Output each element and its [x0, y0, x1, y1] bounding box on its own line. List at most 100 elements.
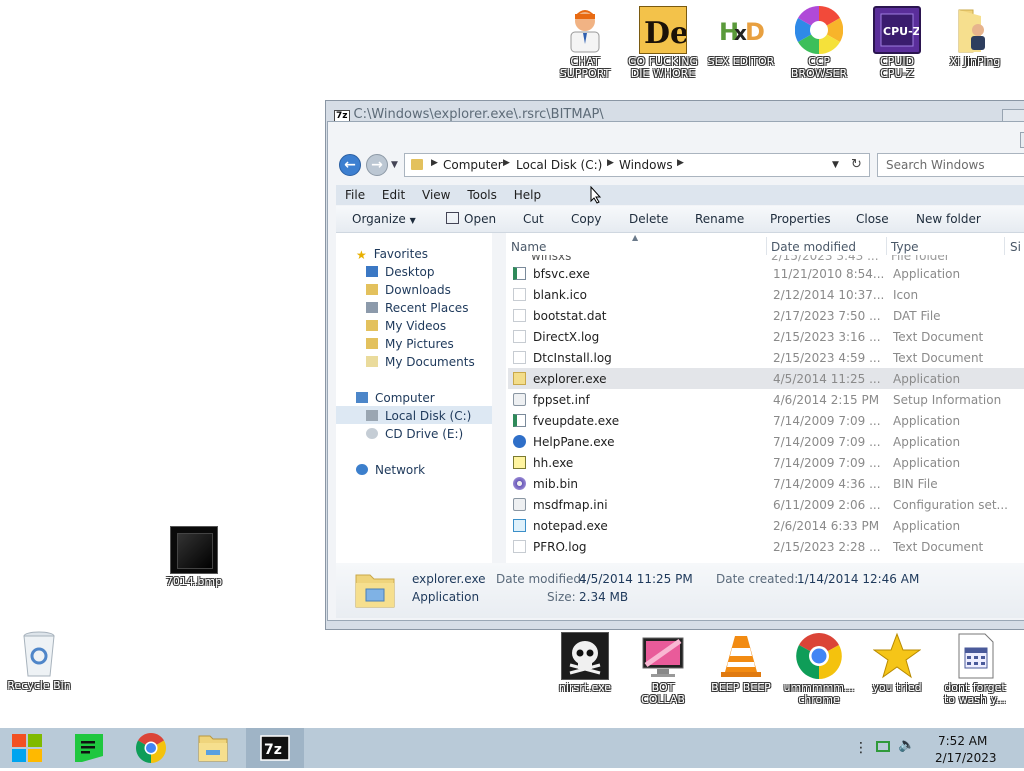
menu-help[interactable]: Help — [514, 185, 541, 205]
desktop-icon-dont-forget[interactable]: dont forget to wash y... — [937, 632, 1013, 706]
breadcrumb-windows[interactable]: Windows — [619, 158, 673, 172]
nav-my-videos[interactable]: My Videos — [366, 319, 446, 333]
show-hidden-icons-icon[interactable]: ⋮ — [854, 740, 868, 756]
details-file-type: Application — [412, 590, 480, 604]
desktop-icon-label: ummmmm... chrome — [783, 681, 855, 706]
column-header-size[interactable]: Si — [1010, 240, 1021, 254]
desktop-icon-bot-collab[interactable]: BOT COLLAB — [625, 632, 701, 706]
nav-label: Recent Places — [385, 301, 469, 315]
taskbar-7zip[interactable]: 7z — [246, 728, 304, 768]
file-type: Text Document — [893, 540, 984, 554]
open-button[interactable]: Open — [446, 212, 496, 226]
file-name: PFRO.log — [533, 540, 587, 554]
file-row[interactable]: fveupdate.exe 7/14/2009 7:09 ... Applicati… — [508, 410, 1024, 431]
nav-label: Computer — [375, 391, 435, 405]
clock-time[interactable]: 7:52 AM — [938, 734, 987, 748]
desktop-icon-beep-beep[interactable]: BEEP BEEP — [703, 632, 779, 694]
desktop-icon-de[interactable]: De GO FUCKING DIE WHORE — [625, 6, 701, 80]
nav-network[interactable]: Network — [356, 463, 425, 477]
column-header-type[interactable]: Type — [891, 240, 919, 254]
desktop-icon-nirsrt[interactable]: nirsrt.exe — [547, 632, 623, 694]
exe-icon — [513, 414, 526, 427]
column-divider[interactable] — [766, 237, 767, 255]
file-row[interactable]: msdfmap.ini 6/11/2009 2:06 ... Configurati… — [508, 494, 1024, 515]
menu-view[interactable]: View — [422, 185, 450, 205]
address-dropdown-icon[interactable]: ▼ — [832, 160, 839, 170]
organize-button[interactable]: Organize ▼ — [352, 212, 416, 226]
network-tray-icon[interactable] — [876, 741, 890, 752]
file-row[interactable]: notepad.exe 2/6/2014 6:33 PM Application — [508, 515, 1024, 536]
breadcrumb-local-disk[interactable]: Local Disk (C:) — [516, 158, 602, 172]
copy-button[interactable]: Copy — [571, 212, 601, 226]
breadcrumb-separator-icon[interactable]: ▶ — [677, 158, 684, 168]
rename-button[interactable]: Rename — [695, 212, 744, 226]
file-row[interactable]: bfsvc.exe 11/21/2010 8:54... Application — [508, 263, 1024, 284]
taskbar-file-explorer[interactable] — [184, 728, 242, 768]
breadcrumb-separator-icon[interactable]: ▶ — [503, 158, 510, 168]
new-folder-button[interactable]: New folder — [916, 212, 981, 226]
column-divider[interactable] — [1004, 237, 1005, 255]
properties-button[interactable]: Properties — [770, 212, 831, 226]
cut-button[interactable]: Cut — [523, 212, 544, 226]
file-row[interactable]: mib.bin 7/14/2009 4:36 ... BIN File — [508, 473, 1024, 494]
close-button[interactable]: Close — [856, 212, 889, 226]
nav-computer[interactable]: Computer — [356, 391, 435, 405]
desktop-icon-cpu-z[interactable]: CPU-Z CPUID CPU-Z — [859, 6, 935, 80]
breadcrumb-separator-icon[interactable]: ▶ — [431, 158, 438, 168]
nav-cd-drive[interactable]: CD Drive (E:) — [366, 427, 463, 441]
nav-favorites[interactable]: ★ Favorites — [356, 247, 428, 262]
desktop-icon-7014-bmp[interactable]: 7014.bmp — [156, 526, 232, 588]
close-window-button[interactable] — [1020, 132, 1024, 148]
desktop-icon-label: Recycle Bin — [7, 679, 71, 692]
file-row[interactable]: DirectX.log 2/15/2023 3:16 ... Text Docume… — [508, 326, 1024, 347]
menu-file[interactable]: File — [345, 185, 365, 205]
recent-pages-dropdown-icon[interactable]: ▼ — [391, 160, 398, 170]
delete-button[interactable]: Delete — [629, 212, 668, 226]
desktop-icon-chat-support[interactable]: CHAT SUPPORT — [547, 6, 623, 80]
file-row[interactable]: HelpPane.exe 7/14/2009 7:09 ... Applicatio… — [508, 431, 1024, 452]
column-divider[interactable] — [886, 237, 887, 255]
file-row[interactable]: hh.exe 7/14/2009 7:09 ... Application — [508, 452, 1024, 473]
back-button[interactable]: ← — [339, 154, 361, 176]
taskbar-chrome[interactable] — [122, 728, 180, 768]
nav-desktop[interactable]: Desktop — [366, 265, 435, 279]
partial-row[interactable]: winsxs 2/15/2023 3:43 ... File folder — [506, 255, 1024, 263]
desktop-icon-xi-jinping[interactable]: Xi JinPing — [937, 6, 1013, 68]
file-row[interactable]: fppset.inf 4/6/2014 2:15 PM Setup Informat… — [508, 389, 1024, 410]
file-name: explorer.exe — [533, 372, 607, 386]
desktop-icon-recycle-bin[interactable]: Recycle Bin — [1, 630, 77, 692]
address-bar[interactable]: ▶ Computer ▶ Local Disk (C:) ▶ Windows ▶… — [404, 153, 870, 177]
column-header-date[interactable]: Date modified — [771, 240, 856, 254]
vlc-cone-icon — [717, 632, 765, 680]
nav-my-pictures[interactable]: My Pictures — [366, 337, 454, 351]
explorer-window[interactable]: ← → ▼ ▶ Computer ▶ Local Disk (C:) ▶ Win… — [327, 121, 1024, 621]
nav-recent-places[interactable]: Recent Places — [366, 301, 468, 315]
volume-icon[interactable]: 🔈 — [898, 737, 915, 753]
file-row[interactable]: explorer.exe 4/5/2014 11:25 ... Applicatio… — [508, 368, 1024, 389]
file-name: bootstat.dat — [533, 309, 607, 323]
file-name: fveupdate.exe — [533, 414, 620, 428]
file-row[interactable]: PFRO.log 2/15/2023 2:28 ... Text Document — [508, 536, 1024, 557]
column-header-name[interactable]: Name — [511, 240, 546, 254]
menu-tools[interactable]: Tools — [467, 185, 497, 205]
desktop-icon-ummmmm-chrome[interactable]: ummmmm... chrome — [781, 632, 857, 706]
file-row[interactable]: blank.ico 2/12/2014 10:37... Icon — [508, 284, 1024, 305]
command-bar: Organize ▼ Open Cut Copy Delete Rename P… — [336, 206, 1024, 233]
refresh-icon[interactable]: ↻ — [851, 157, 862, 172]
forward-button[interactable]: → — [366, 154, 388, 176]
nav-my-documents[interactable]: My Documents — [366, 355, 475, 369]
taskbar-notes-app[interactable] — [60, 728, 118, 768]
nav-downloads[interactable]: Downloads — [366, 283, 451, 297]
menu-edit[interactable]: Edit — [382, 185, 405, 205]
clock-date[interactable]: 2/17/2023 — [935, 751, 997, 765]
desktop-icon-you-tried[interactable]: you tried — [859, 632, 935, 694]
search-input[interactable]: Search Windows — [877, 153, 1024, 177]
breadcrumb-computer[interactable]: Computer — [443, 158, 503, 172]
file-row[interactable]: DtcInstall.log 2/15/2023 4:59 ... Text Doc… — [508, 347, 1024, 368]
desktop-icon-hex-editor[interactable]: H x D SEX EDITOR — [703, 6, 779, 68]
file-row[interactable]: bootstat.dat 2/17/2023 7:50 ... DAT File — [508, 305, 1024, 326]
desktop-icon-ccp-browser[interactable]: CCP BROWSER — [781, 5, 857, 80]
nav-local-disk[interactable]: Local Disk (C:) — [366, 409, 471, 423]
breadcrumb-separator-icon[interactable]: ▶ — [607, 158, 614, 168]
start-button[interactable] — [0, 728, 58, 768]
